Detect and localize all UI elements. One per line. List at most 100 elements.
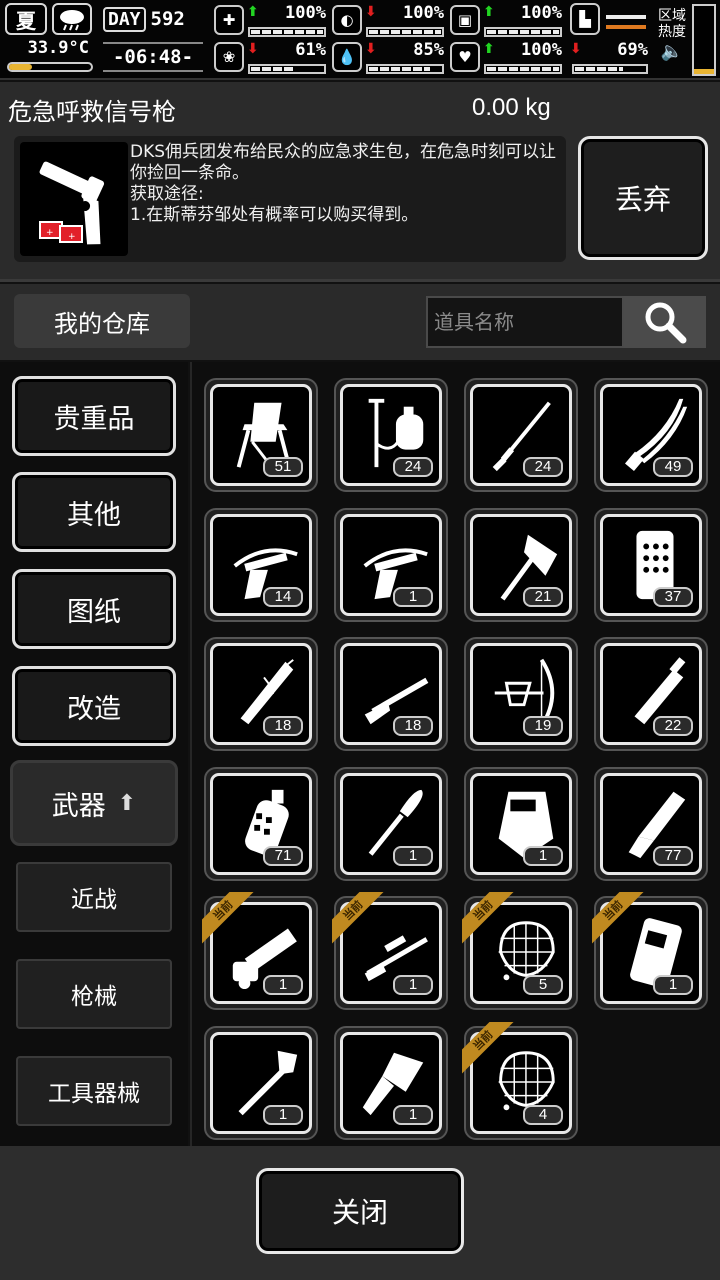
inventory-slot[interactable]: 21 [464,507,578,622]
svg-text:+: + [68,232,76,242]
equipped-label: 当前 [202,892,256,946]
thirst-value: 85% [413,40,444,60]
inventory-slot[interactable]: 19 [464,637,578,751]
category-weapons[interactable]: 武器 ⬆ [10,760,178,846]
category-label: 改造 [67,693,121,725]
slot-frame: 18 [340,643,442,745]
inventory-slot[interactable]: 1 当前 [202,892,318,1010]
item-weight: 0.00 kg [472,94,551,121]
stomach-icon: ◐ [332,5,362,35]
inventory-slot[interactable]: 1 [334,507,448,622]
inventory-slot[interactable]: 1 当前 [332,892,448,1010]
item-count-badge: 1 [393,975,433,995]
search-button[interactable] [624,296,706,348]
category-mods[interactable]: 改造 [12,666,176,746]
trend-down-icon: ⬇ [570,41,582,57]
item-count-badge: 4 [523,1104,563,1125]
day-number: 592 [150,8,185,30]
water-drop-icon: 💧 [332,42,362,72]
subcategory-tools[interactable]: 工具器械 [16,1056,172,1126]
hunger-value: 100% [403,3,444,23]
item-count-badge: 1 [393,845,433,866]
inventory-slot[interactable]: 24 [334,378,448,492]
inventory-slot[interactable]: 18 [204,637,318,751]
inventory-slot[interactable]: 4 当前 [462,1021,578,1140]
hunger-bar-fill [369,30,441,34]
slot-frame: 71 [210,772,312,875]
mind-value: 61% [295,40,326,60]
item-count-badge: 71 [263,845,303,866]
item-count-badge: 24 [393,457,433,477]
slot-frame: 1 [340,772,442,875]
inventory-slot[interactable]: 14 [204,507,318,622]
category-valuables[interactable]: 贵重品 [12,376,176,456]
item-count-badge: 1 [393,1104,433,1125]
category-other[interactable]: 其他 [12,472,176,552]
inventory-screen: 夏 33.9°C DAY 592 -06:48- ✚ ⬆ 100% ◐ ⬇ 10… [0,0,720,1280]
category-blueprints[interactable]: 图纸 [12,569,176,649]
hygiene-value: 100% [521,3,562,23]
inventory-slot[interactable]: 37 [594,507,708,622]
trend-down-icon: ⬇ [247,41,259,57]
slot-frame: 24 [470,384,572,486]
category-sidebar: 贵重品 其他 图纸 改造 武器 ⬆ 近战 枪械 工具器械 [0,362,188,1146]
discard-button[interactable]: 丢弃 [578,136,708,260]
trend-down-icon: ⬇ [365,4,377,20]
inventory-slot[interactable]: 24 [464,378,578,492]
inventory-slot[interactable]: 1 [464,766,578,881]
item-count-badge: 51 [263,457,303,477]
item-count-badge: 5 [523,975,563,995]
trend-up-icon: ⬆ [247,4,259,20]
subcategory-melee[interactable]: 近战 [16,862,172,932]
item-count-badge: 19 [523,716,563,736]
inventory-slot[interactable]: 22 [594,637,708,751]
thirst-stat: 💧 ⬇ 85% [332,40,446,76]
slot-frame: 77 [600,772,702,875]
rain-cloud-icon [52,3,92,35]
item-count-badge: 1 [263,975,303,995]
day-counter: DAY 592 [103,3,203,35]
inventory-slot[interactable]: 77 [594,766,708,881]
equipped-label: 当前 [592,892,646,946]
slot-frame: 37 [600,513,702,616]
item-description-box: + + DKS佣兵团发布给民众的应急求生包，在危急时刻可以让你捡回一条命。 获取… [14,136,566,262]
game-clock: -06:48- [103,42,203,72]
inventory-slot[interactable]: 1 [204,1025,318,1140]
slot-frame: 14 [210,513,312,616]
inventory-slot[interactable]: 1 [334,1025,448,1140]
item-name: 危急呼救信号枪 [8,98,176,126]
inventory-slot[interactable]: 1 [334,766,448,881]
search-input[interactable] [426,296,624,348]
storage-title: 我的仓库 [14,294,190,348]
subcategory-label: 工具器械 [48,1081,140,1107]
speaker-icon[interactable]: 🔈 [654,43,690,61]
trend-down-icon: ⬇ [365,41,377,57]
inventory-slot[interactable]: 5 当前 [462,892,578,1010]
item-count-badge: 1 [263,1104,303,1125]
subcategory-firearms[interactable]: 枪械 [16,959,172,1029]
slot-frame: 19 [470,643,572,745]
item-count-badge: 24 [523,457,563,477]
stamina-line-white [606,15,646,19]
mind-bar [248,64,326,74]
trend-up-icon: ⬆ [483,41,495,57]
region-heat-label: 区域 热度 [658,8,686,40]
inventory-slot[interactable]: 49 [594,378,708,492]
hygiene-bar [484,27,562,37]
inventory-slot[interactable]: 1 当前 [592,892,708,1010]
temperature-gauge: 33.9°C [5,38,93,76]
stamina-bar-fill [575,67,624,71]
inventory-slot[interactable]: 51 [204,378,318,492]
item-count-badge: 37 [653,586,693,607]
bottle-icon: ▣ [450,5,480,35]
stamina-readout: ⬇ 69% [570,40,650,76]
svg-text:+: + [46,228,54,238]
inventory-slot[interactable]: 71 [204,766,318,881]
slot-frame: 49 [600,384,702,486]
close-button[interactable]: 关闭 [256,1168,464,1254]
inventory-slot[interactable]: 18 [334,637,448,751]
stamina-bar [572,64,648,74]
mind-stat: ❀ ⬇ 61% [214,40,328,76]
subcategory-label: 近战 [71,887,117,913]
mood-value: 100% [521,40,562,60]
